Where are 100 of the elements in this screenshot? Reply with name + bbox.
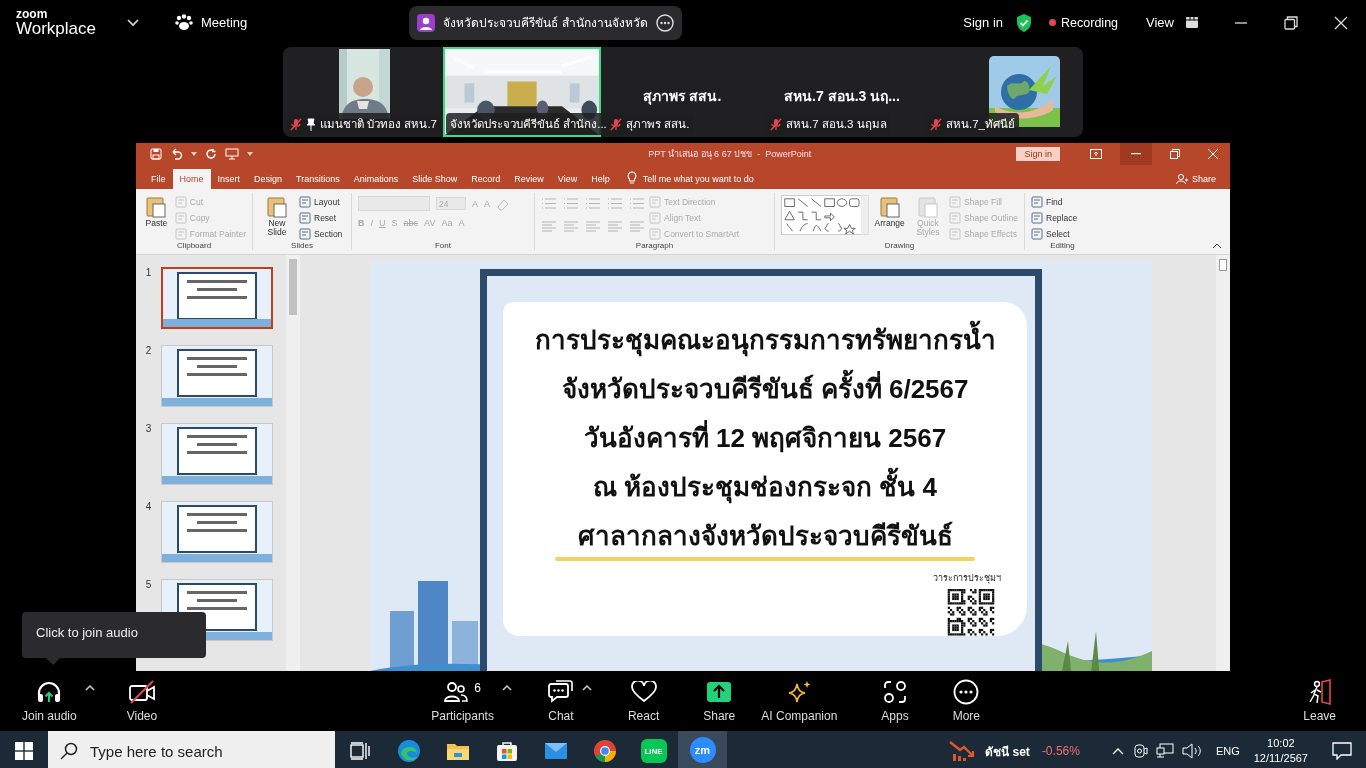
shopping-bag-icon <box>495 740 518 762</box>
caret-up-icon[interactable] <box>501 685 512 691</box>
chevron-down-icon[interactable] <box>127 18 139 27</box>
document-icon <box>174 211 187 224</box>
presentation-icon[interactable] <box>225 148 239 160</box>
participant-count: 6 <box>474 681 481 695</box>
caret-up-icon[interactable] <box>581 685 592 691</box>
ribbon-tab[interactable]: Animations <box>346 169 406 189</box>
participant-tile[interactable]: สหน.7_ทัศนีย์ <box>923 47 1081 137</box>
toolbar-button[interactable]: 6 Participants <box>423 675 502 727</box>
search-box[interactable]: Type here to search <box>48 731 335 768</box>
lightbulb-icon <box>626 171 637 185</box>
slide-thumbnail[interactable] <box>161 501 273 563</box>
document-icon <box>877 195 902 219</box>
speaker-icon[interactable] <box>1181 743 1202 759</box>
document-icon <box>299 227 311 240</box>
sign-in-link[interactable]: Sign in <box>963 15 1004 30</box>
toolbar-button[interactable]: React <box>619 675 668 727</box>
document-icon <box>299 211 311 224</box>
ribbon-command[interactable]: Reset <box>299 211 343 224</box>
recording-indicator[interactable]: Recording <box>1049 15 1119 30</box>
grid-view-icon[interactable] <box>1186 17 1198 28</box>
slide-number: 5 <box>144 579 153 590</box>
caret-up-icon[interactable] <box>84 685 95 691</box>
toolbar-button[interactable]: Leave <box>1295 675 1344 727</box>
toolbar-button[interactable]: Apps <box>873 675 917 727</box>
ribbon-button[interactable]: New Slide <box>259 193 295 238</box>
slide-thumbnail[interactable] <box>161 267 273 329</box>
ribbon-command[interactable]: Section <box>299 227 343 240</box>
slide-thumbnail[interactable] <box>161 423 273 485</box>
toolbar-button[interactable]: Join audio <box>14 675 85 727</box>
close-icon[interactable] <box>1334 15 1348 30</box>
scrollbar[interactable] <box>286 255 300 671</box>
shape-gallery[interactable] <box>781 194 869 236</box>
group-label: Drawing <box>883 241 916 250</box>
camera-icon[interactable] <box>1131 743 1148 759</box>
ribbon-tab[interactable]: Home <box>172 169 211 189</box>
task-view-icon <box>349 742 370 760</box>
collapse-ribbon-icon[interactable] <box>1212 243 1222 249</box>
toolbar-button[interactable]: More <box>944 675 989 727</box>
window-title: PPT นำเสนอ อนุ 6 67 ปชข - PowerPoint <box>647 148 812 161</box>
document-icon <box>649 195 661 208</box>
ribbon-button[interactable]: Paste <box>142 193 171 229</box>
document-icon <box>949 211 962 224</box>
taskbar-app[interactable]: zm <box>678 731 727 768</box>
save-icon[interactable] <box>150 148 162 160</box>
chat-icon <box>547 680 574 704</box>
ribbon-tab[interactable]: File <box>144 169 173 189</box>
slide-number: 4 <box>144 501 153 512</box>
ribbon-command[interactable]: Find <box>1031 195 1078 208</box>
stock-down-icon[interactable] <box>949 740 976 762</box>
ribbon-tab[interactable]: Review <box>507 169 551 189</box>
ribbon-tab[interactable]: Insert <box>210 169 248 189</box>
shield-check-icon[interactable] <box>1015 12 1034 33</box>
ribbon-button[interactable]: Arrange <box>872 193 907 229</box>
redo-icon[interactable] <box>205 148 217 160</box>
slide-thumbnail[interactable] <box>161 345 273 407</box>
notification-icon[interactable] <box>1332 742 1352 760</box>
ribbon-tab[interactable]: Slide Show <box>405 169 465 189</box>
participant-tile[interactable]: สหน.7 สอน.3 นฤ... สหน.7 สอน.3 นฤมล <box>763 47 921 137</box>
document-icon <box>649 211 661 224</box>
toolbar-button[interactable]: Video <box>118 675 166 727</box>
participant-tile[interactable]: แมนชาติ บัวทอง สหน.7 <box>283 47 441 137</box>
ribbon-command[interactable]: Select <box>1031 227 1078 240</box>
input-language[interactable]: ENG <box>1215 745 1240 757</box>
stock-name[interactable]: ดัชนี set <box>985 741 1030 761</box>
scrollbar[interactable] <box>1216 255 1230 671</box>
toolbar-button[interactable]: Share <box>695 675 744 727</box>
meeting-label[interactable]: Meeting <box>201 15 248 30</box>
toolbar-button[interactable]: Chat <box>539 675 582 727</box>
ribbon-display-icon[interactable] <box>1090 149 1102 159</box>
view-button[interactable]: View <box>1146 15 1174 30</box>
ribbon-tab[interactable]: Design <box>247 169 290 189</box>
document-icon <box>265 195 289 219</box>
mail-icon <box>543 742 568 760</box>
ribbon-tab[interactable]: Help <box>584 169 617 189</box>
caret-down-icon[interactable] <box>247 152 253 156</box>
ribbon-tab[interactable]: Transitions <box>289 169 347 189</box>
slide-title-line: ศาลากลางจังหวัดประจวบคีรีขันธ์ <box>577 520 953 553</box>
ribbon-tab[interactable]: Record <box>464 169 508 189</box>
ribbon-command[interactable]: Replace <box>1031 211 1078 224</box>
font-name-field[interactable] <box>358 196 430 211</box>
stock-change[interactable]: -0.56% <box>1041 744 1080 758</box>
sign-in-button[interactable]: Sign in <box>1016 147 1060 161</box>
slide-number: 3 <box>144 423 153 434</box>
windows-start-icon[interactable] <box>15 742 33 760</box>
ribbon-command[interactable]: Layout <box>299 195 343 208</box>
network-icon[interactable] <box>1155 743 1174 759</box>
caret-down-icon[interactable] <box>191 152 197 156</box>
tell-me-search[interactable]: Tell me what you want to do <box>642 169 754 189</box>
undo-icon[interactable] <box>170 148 183 160</box>
more-icon[interactable] <box>655 13 674 32</box>
search-field[interactable]: Type here to search <box>88 741 312 761</box>
ribbon-tab[interactable]: View <box>550 169 585 189</box>
restore-icon[interactable] <box>1284 15 1298 30</box>
share-button[interactable]: Share <box>1175 169 1216 189</box>
toolbar-button[interactable]: AI Companion <box>753 675 846 727</box>
meeting-title-pill[interactable]: จังหวัดประจวบคีรีขันธ์ สำนักงานจังหวัด <box>409 5 682 40</box>
clock[interactable]: 10:02 12/11/2567 <box>1253 736 1308 766</box>
minimize-icon <box>1131 153 1141 155</box>
